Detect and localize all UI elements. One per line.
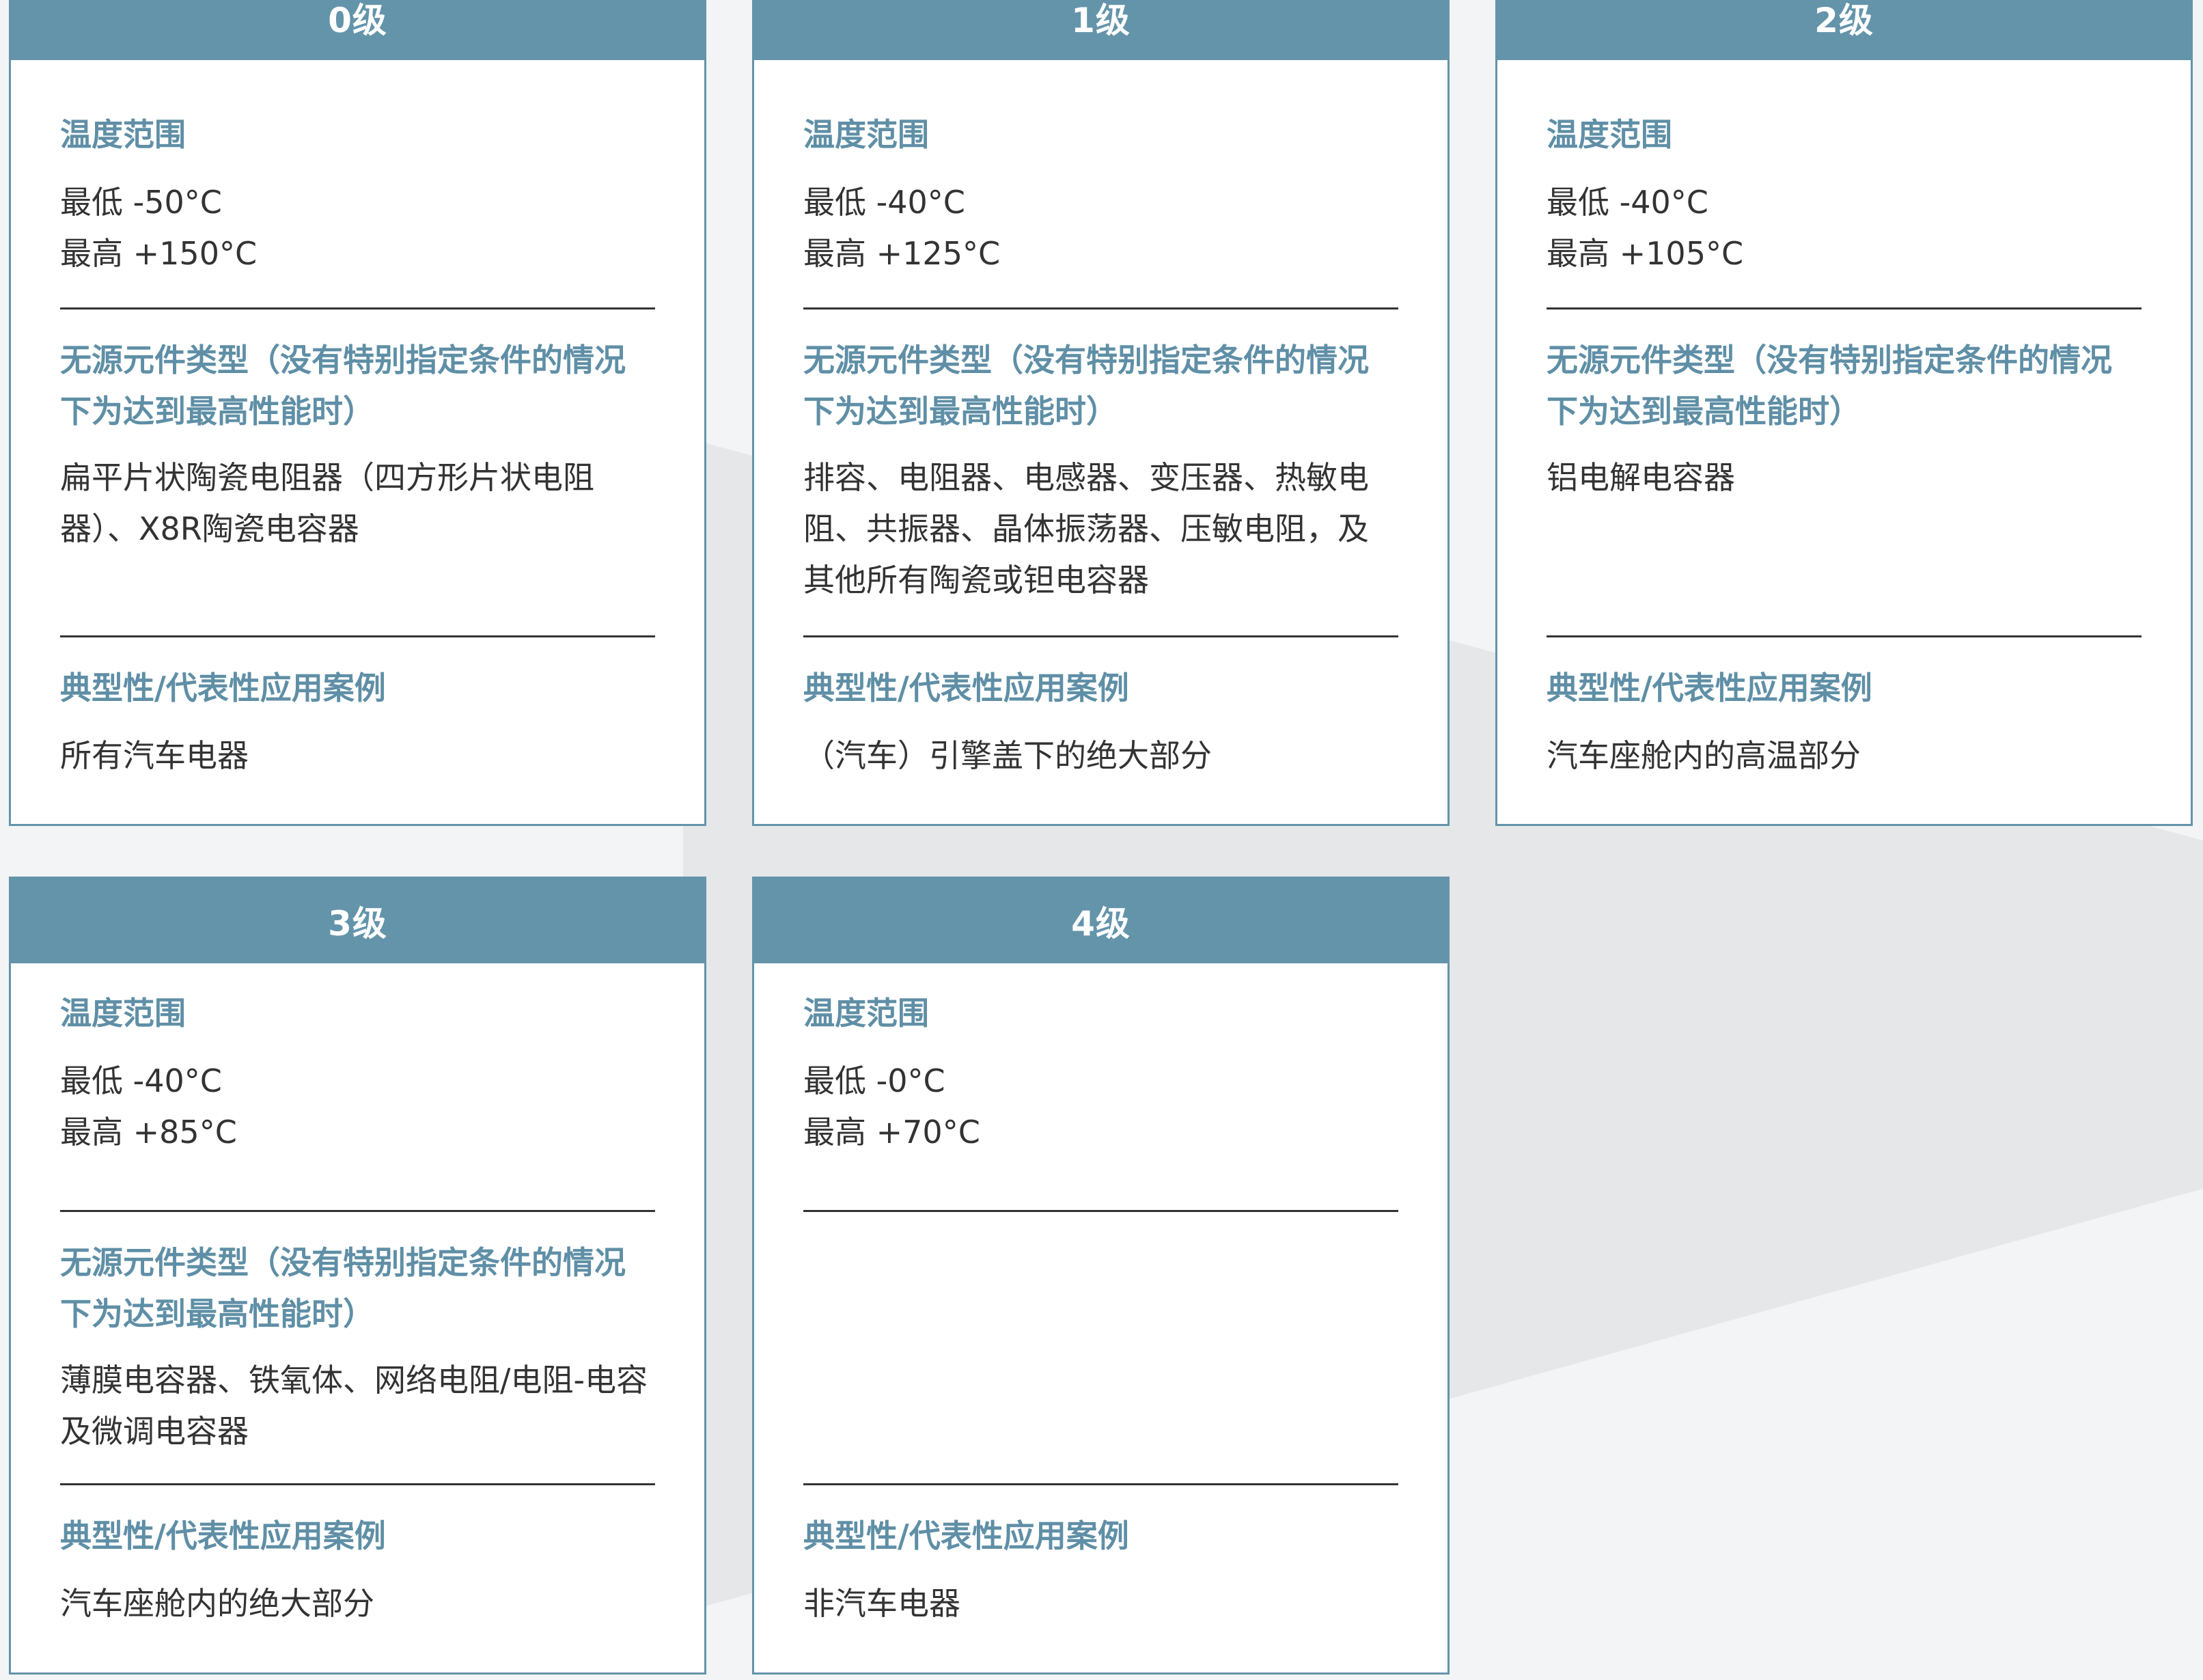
divider <box>60 635 655 637</box>
temp-max: 最高 +125°C <box>803 235 1001 272</box>
divider <box>60 1483 655 1485</box>
divider <box>803 635 1398 637</box>
temp-max: 最高 +150°C <box>60 235 258 272</box>
grade-header-3: 3级 <box>11 879 704 963</box>
grade-header-4: 4级 <box>754 879 1447 963</box>
divider <box>803 307 1398 309</box>
temp-max: 最高 +70°C <box>803 1114 980 1151</box>
grade-card-2: 2级 温度范围 最低 -40°C 最高 +105°C 无源元件类型（没有特别指定… <box>1495 0 2193 826</box>
case-title: 典型性/代表性应用案例 <box>1547 670 1872 706</box>
divider <box>803 1210 1398 1212</box>
temp-range-title: 温度范围 <box>1547 116 1672 153</box>
temp-range-title: 温度范围 <box>803 116 929 153</box>
temp-max: 最高 +85°C <box>60 1114 237 1151</box>
temp-min: 最低 -0°C <box>803 1062 945 1099</box>
case-title: 典型性/代表性应用案例 <box>60 1517 386 1554</box>
temp-min: 最低 -50°C <box>60 184 222 221</box>
temp-min: 最低 -40°C <box>803 184 965 221</box>
case-title: 典型性/代表性应用案例 <box>803 1517 1129 1554</box>
passive-type-title: 无源元件类型（没有特别指定条件的情况下为达到最高性能时） <box>803 342 1369 430</box>
grade-header-1: 1级 <box>754 0 1447 60</box>
grade-card-0: 0级 温度范围 最低 -50°C 最高 +150°C 无源元件类型（没有特别指定… <box>9 0 706 826</box>
divider <box>1547 635 2142 637</box>
passive-type-text: 排容、电阻器、电感器、变压器、热敏电阻、共振器、晶体振荡器、压敏电阻，及其他所有… <box>803 459 1369 598</box>
passive-type-text: 薄膜电容器、铁氧体、网络电阻/电阻-电容及微调电容器 <box>60 1362 648 1450</box>
grade-header-2: 2级 <box>1497 0 2191 60</box>
divider <box>60 1210 655 1212</box>
grade-card-4: 4级 温度范围 最低 -0°C 最高 +70°C 典型性/代表性应用案例 非汽车… <box>752 877 1450 1675</box>
case-text: 所有汽车电器 <box>60 737 249 774</box>
temp-min: 最低 -40°C <box>60 1062 222 1099</box>
case-text: （汽车）引擎盖下的绝大部分 <box>803 737 1212 774</box>
case-title: 典型性/代表性应用案例 <box>60 670 386 706</box>
passive-type-text: 铝电解电容器 <box>1547 459 1735 496</box>
passive-type-text: 扁平片状陶瓷电阻器（四方形片状电阻器）、X8R陶瓷电容器 <box>60 459 594 547</box>
divider <box>803 1483 1398 1485</box>
temp-range-title: 温度范围 <box>803 995 929 1032</box>
case-title: 典型性/代表性应用案例 <box>803 670 1129 706</box>
passive-type-title: 无源元件类型（没有特别指定条件的情况下为达到最高性能时） <box>60 1244 626 1332</box>
temp-range-title: 温度范围 <box>60 995 186 1032</box>
grade-card-3: 3级 温度范围 最低 -40°C 最高 +85°C 无源元件类型（没有特别指定条… <box>9 877 706 1675</box>
grade-card-1: 1级 温度范围 最低 -40°C 最高 +125°C 无源元件类型（没有特别指定… <box>752 0 1450 826</box>
temp-max: 最高 +105°C <box>1547 235 1744 272</box>
grade-header-0: 0级 <box>11 0 704 60</box>
case-text: 汽车座舱内的绝大部分 <box>60 1585 374 1622</box>
passive-type-title: 无源元件类型（没有特别指定条件的情况下为达到最高性能时） <box>1547 342 2112 430</box>
case-text: 汽车座舱内的高温部分 <box>1547 737 1861 774</box>
temp-min: 最低 -40°C <box>1547 184 1708 221</box>
passive-type-title: 无源元件类型（没有特别指定条件的情况下为达到最高性能时） <box>60 342 626 430</box>
case-text: 非汽车电器 <box>803 1585 960 1622</box>
temp-range-title: 温度范围 <box>60 116 186 153</box>
divider <box>1547 307 2142 309</box>
divider <box>60 307 655 309</box>
